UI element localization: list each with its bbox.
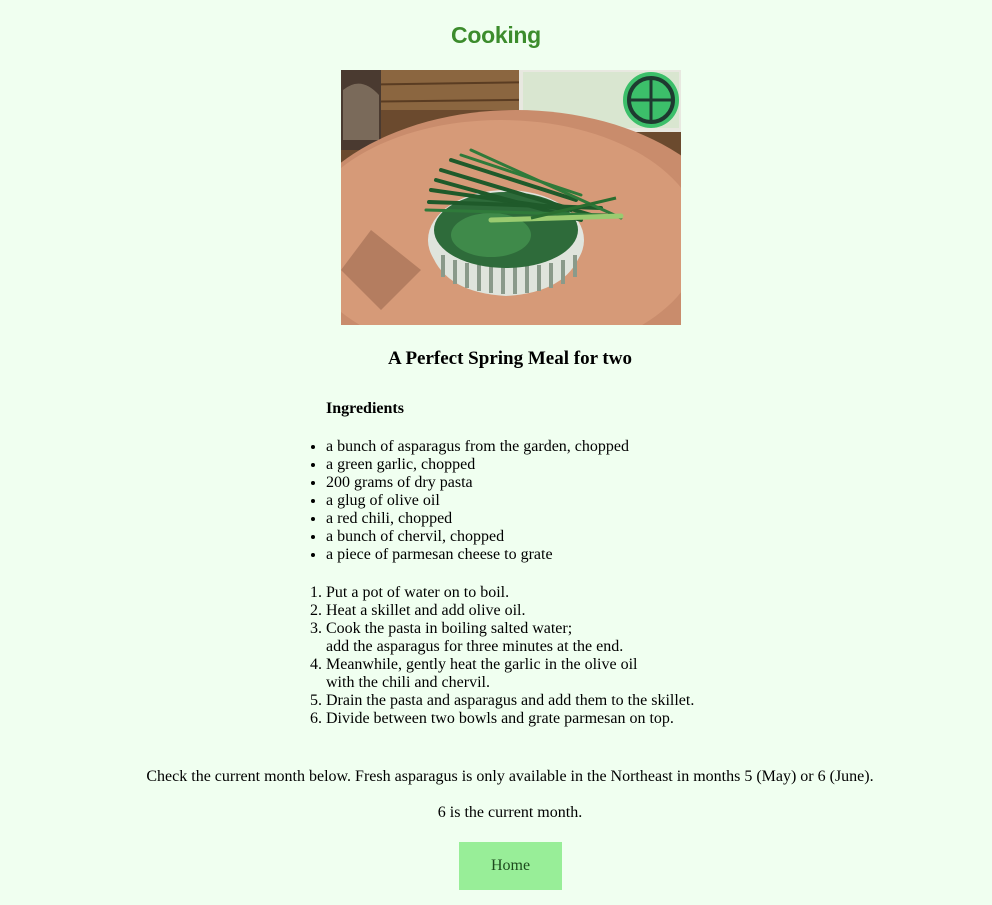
list-item: a green garlic, chopped — [326, 456, 629, 474]
list-item: 200 grams of dry pasta — [326, 474, 629, 492]
list-item: a bunch of chervil, chopped — [326, 528, 629, 546]
asparagus-bowl-photo — [341, 70, 681, 325]
list-item: a glug of olive oil — [326, 492, 629, 510]
steps-list: Put a pot of water on to boil. Heat a sk… — [286, 584, 694, 728]
step-text-continued: with the chili and chervil. — [326, 674, 490, 691]
step-text: Divide between two bowls and grate parme… — [326, 710, 674, 727]
step-item: Cook the pasta in boiling salted water; … — [326, 620, 694, 656]
step-text: Meanwhile, gently heat the garlic in the… — [326, 656, 638, 673]
step-item: Heat a skillet and add olive oil. — [326, 602, 694, 620]
step-item: Divide between two bowls and grate parme… — [326, 710, 694, 728]
current-month-text: 6 is the current month. — [437, 804, 583, 821]
step-item: Meanwhile, gently heat the garlic in the… — [326, 656, 694, 692]
step-text: Put a pot of water on to boil. — [326, 584, 510, 601]
step-text: Drain the pasta and asparagus and add th… — [326, 692, 695, 709]
ingredients-heading: Ingredients — [326, 400, 404, 417]
list-item: a red chili, chopped — [326, 510, 629, 528]
ingredients-list: a bunch of asparagus from the garden, ch… — [286, 438, 629, 564]
list-item: a bunch of asparagus from the garden, ch… — [326, 438, 629, 456]
step-text-continued: add the asparagus for three minutes at t… — [326, 638, 624, 655]
step-item: Drain the pasta and asparagus and add th… — [326, 692, 694, 710]
recipe-title: A Perfect Spring Meal for two — [388, 348, 632, 369]
step-item: Put a pot of water on to boil. — [326, 584, 694, 602]
home-button[interactable]: Home — [459, 842, 562, 890]
step-text: Cook the pasta in boiling salted water; — [326, 620, 573, 637]
step-text: Heat a skillet and add olive oil. — [326, 602, 526, 619]
month-note: Check the current month below. Fresh asp… — [146, 768, 874, 785]
site-title: Cooking — [451, 22, 541, 48]
list-item: a piece of parmesan cheese to grate — [326, 546, 629, 564]
